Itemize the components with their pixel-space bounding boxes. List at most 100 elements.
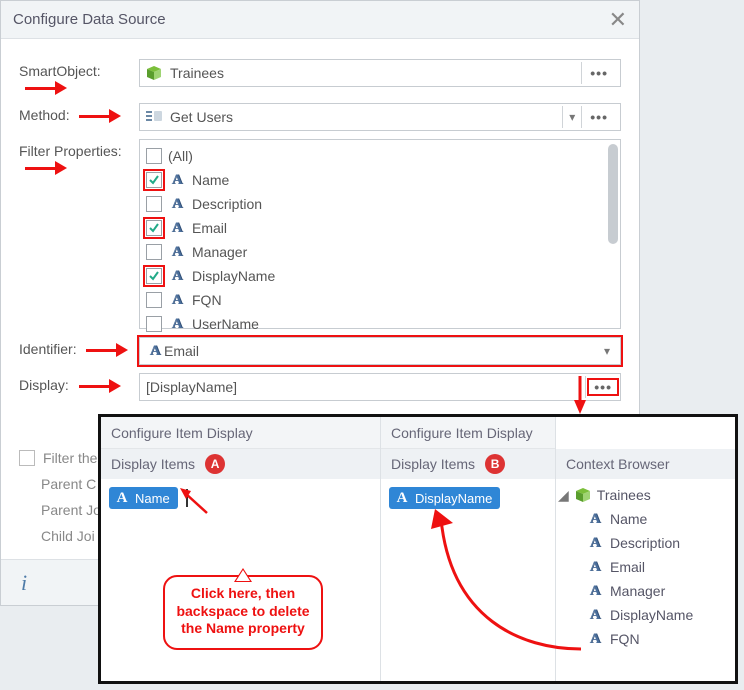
filter-item[interactable]: ADescription [146,192,620,216]
text-field-icon: A [586,511,604,527]
tree-root-label: Trainees [597,487,651,503]
dp-title-b: Configure Item Display [381,417,555,449]
filter-item-label: Name [192,172,229,188]
tag-displayname-b[interactable]: A DisplayName [389,487,500,509]
text-field-icon: A [586,631,604,647]
text-field-icon: A [393,490,411,506]
row-smartobject: SmartObject: Trainees ••• [19,59,621,95]
checkbox[interactable] [146,268,162,284]
scrollbar[interactable] [608,144,618,244]
info-icon[interactable]: i [21,570,27,596]
dialog-header: Configure Data Source ✕ [1,1,639,39]
text-field-icon: A [168,244,186,260]
method-value: Get Users [170,109,560,125]
tree-item-label: Manager [610,583,665,599]
checkbox[interactable] [146,244,162,260]
annotation-arrow-icon [79,110,123,122]
ellipsis-icon[interactable]: ••• [584,109,614,125]
checkbox[interactable] [19,450,35,466]
tree-item[interactable]: AManager [558,579,729,603]
filter-item-label: (All) [168,148,193,164]
checkbox[interactable] [146,148,162,164]
tree-item[interactable]: A Name [558,507,729,531]
label-filterprops-text: Filter Properties: [19,143,122,159]
tree-item-label: FQN [610,631,640,647]
context-tree[interactable]: ◢ Trainees ANameADescriptionAEmailAManag… [556,479,735,681]
tag-label-b: DisplayName [415,491,492,506]
tag-name-a[interactable]: A Name [109,487,178,509]
triangle-down-icon[interactable]: ◢ [558,487,569,504]
filter-item-label: UserName [192,316,259,332]
dp-body-a[interactable]: A Name Click here, then backspace to del… [101,479,380,681]
tree-item[interactable]: A Description [558,531,729,555]
context-browser: Context Browser ◢ Trainees ANameADescrip… [555,417,735,681]
row-identifier: Identifier: A Email ▾ [19,337,621,365]
text-field-icon: A [586,535,604,551]
tree-root[interactable]: ◢ Trainees [558,483,729,507]
text-field-icon: A [586,607,604,623]
annotation-arrow-icon [86,344,130,356]
tag-label-a: Name [135,491,170,506]
checkbox[interactable] [146,172,162,188]
chevron-down-icon[interactable]: ▾ [565,110,579,124]
text-field-icon: A [168,172,186,188]
smartobject-picker[interactable]: Trainees ••• [139,59,621,87]
checkbox[interactable] [146,196,162,212]
label-display-text: Display: [19,377,69,393]
identifier-value: Email [164,343,600,359]
ellipsis-icon[interactable]: ••• [584,65,614,81]
filter-results-label: Filter the [43,450,97,466]
filter-item[interactable]: A DisplayName [146,264,620,288]
row-filterprops: Filter Properties: (All) A Name ADescriptio… [19,139,621,329]
tree-item[interactable]: ADisplayName [558,603,729,627]
callout-delete-name: Click here, then backspace to delete the… [163,575,323,650]
filter-properties-list[interactable]: (All)ANameADescriptionAEmailAManagerADis… [139,139,621,329]
close-icon[interactable]: ✕ [609,9,627,31]
text-field-icon: A [168,220,186,236]
annotation-arrow-icon [25,162,69,174]
label-smartobject-text: SmartObject: [19,63,101,79]
checkbox[interactable] [146,220,162,236]
tree-item-label: Description [610,535,680,551]
annotation-arrow-icon [25,82,69,94]
display-input[interactable]: [DisplayName] ••• [139,373,621,401]
dp-sub-b: Display Items B [381,449,555,479]
chevron-down-icon[interactable]: ▾ [600,344,614,358]
text-field-icon: A [168,196,186,212]
tree-item[interactable]: A Email [558,555,729,579]
checkbox[interactable] [146,292,162,308]
filter-item-label: DisplayName [192,268,275,284]
label-display: Display: [19,373,139,393]
text-field-icon: A [586,559,604,575]
smartobject-value: Trainees [170,65,579,81]
filter-item[interactable]: AUserName [146,312,620,336]
text-field-icon: A [168,292,186,308]
dp-sub-label-a: Display Items [111,456,195,472]
filter-item-label: FQN [192,292,222,308]
filter-item-label: Manager [192,244,247,260]
filter-item[interactable]: (All) [146,144,620,168]
filter-item[interactable]: A FQN [146,288,620,312]
label-identifier-text: Identifier: [19,341,77,357]
tree-item-label: Name [610,511,647,527]
text-field-icon: A [168,268,186,284]
label-smartobject: SmartObject: [19,59,139,95]
dp-body-b[interactable]: A DisplayName [381,479,555,681]
row-display: Display: [DisplayName] ••• [19,373,621,401]
badge-a: A [205,454,225,474]
identifier-select[interactable]: A Email ▾ [139,337,621,365]
list-icon [146,109,162,125]
display-ellipsis-button[interactable]: ••• [588,379,618,395]
cube-icon [575,487,591,503]
tree-item[interactable]: A FQN [558,627,729,651]
dp-panel-a: Configure Item Display Display Items A A… [101,417,381,681]
tree-item-label: Email [610,559,645,575]
filter-item[interactable]: A Name [146,168,620,192]
filter-item[interactable]: AEmail [146,216,620,240]
filter-item[interactable]: A Manager [146,240,620,264]
row-method: Method: Get Users ▾ ••• [19,103,621,131]
checkbox[interactable] [146,316,162,332]
label-filterprops: Filter Properties: [19,139,139,175]
method-picker[interactable]: Get Users ▾ ••• [139,103,621,131]
dp-sub-label-b: Display Items [391,456,475,472]
